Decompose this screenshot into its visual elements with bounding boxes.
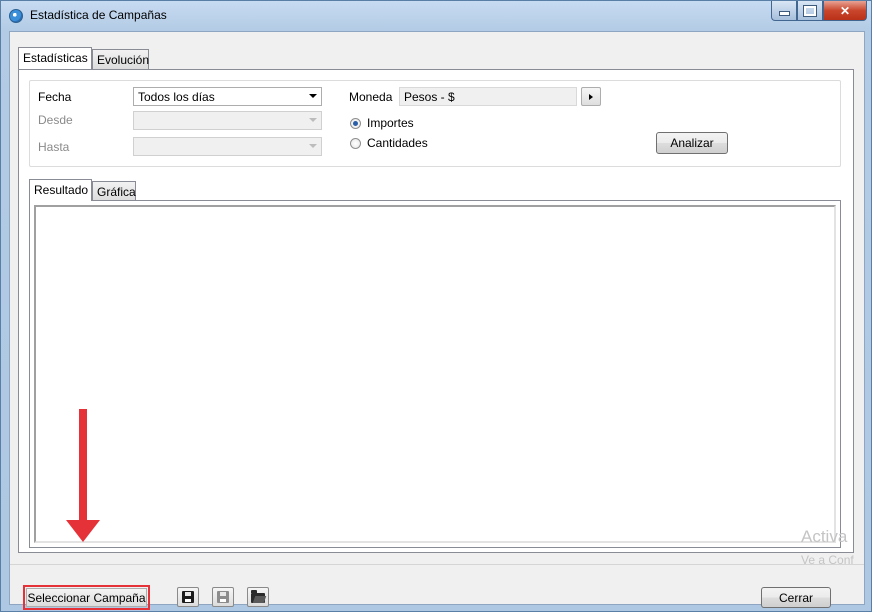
window-title: Estadística de Campañas bbox=[30, 8, 167, 22]
moneda-field: Pesos - $ bbox=[399, 87, 577, 106]
activation-watermark: Activa bbox=[801, 527, 848, 546]
save-button[interactable] bbox=[177, 587, 199, 607]
bottom-divider bbox=[10, 564, 864, 565]
cantidades-label[interactable]: Cantidades bbox=[367, 136, 428, 150]
annotation-arrow-icon bbox=[66, 520, 100, 542]
hasta-label: Hasta bbox=[38, 140, 70, 154]
close-button[interactable]: ✕ bbox=[823, 1, 867, 21]
tab-grafica[interactable]: Gráfica bbox=[92, 181, 136, 201]
save-icon bbox=[182, 591, 194, 603]
tab-resultado[interactable]: Resultado bbox=[29, 179, 92, 201]
hasta-combo[interactable] bbox=[133, 137, 322, 156]
minimize-button[interactable] bbox=[771, 1, 797, 21]
filter-group: Fecha Todos los días Desde Hasta Moneda … bbox=[29, 80, 841, 167]
title-bar[interactable]: Estadística de Campañas ✕ bbox=[1, 1, 871, 31]
app-icon bbox=[9, 9, 23, 23]
analizar-button[interactable]: Analizar bbox=[656, 132, 728, 154]
open-folder-icon bbox=[251, 590, 265, 603]
open-button[interactable] bbox=[247, 587, 269, 607]
chevron-down-icon bbox=[309, 118, 317, 122]
seleccionar-campana-button[interactable]: Seleccionar Campaña bbox=[26, 588, 147, 607]
play-icon bbox=[589, 93, 593, 100]
fecha-combo-value: Todos los días bbox=[138, 90, 215, 104]
importes-radio[interactable] bbox=[350, 118, 361, 129]
client-area: Estadísticas Evolución Fecha Todos los d… bbox=[9, 31, 865, 610]
highlight-box: Seleccionar Campaña bbox=[23, 585, 150, 610]
moneda-select-button[interactable] bbox=[581, 87, 601, 106]
fecha-combo[interactable]: Todos los días bbox=[133, 87, 322, 106]
maximize-button[interactable] bbox=[797, 1, 823, 21]
moneda-label: Moneda bbox=[349, 90, 393, 104]
desde-combo[interactable] bbox=[133, 111, 322, 130]
cerrar-button[interactable]: Cerrar bbox=[761, 587, 831, 608]
estadisticas-panel: Fecha Todos los días Desde Hasta Moneda … bbox=[18, 69, 854, 553]
tab-estadisticas[interactable]: Estadísticas bbox=[18, 47, 92, 69]
importes-label[interactable]: Importes bbox=[367, 116, 414, 130]
close-icon: ✕ bbox=[839, 3, 851, 18]
desde-label: Desde bbox=[38, 113, 73, 127]
chevron-down-icon bbox=[309, 144, 317, 148]
minimize-icon bbox=[778, 11, 790, 16]
main-window: Estadística de Campañas ✕ Estadísticas E… bbox=[0, 0, 872, 612]
save-disabled-icon bbox=[217, 591, 229, 603]
fecha-label: Fecha bbox=[38, 90, 72, 104]
result-grid[interactable] bbox=[34, 205, 836, 543]
chevron-down-icon bbox=[309, 94, 317, 98]
resultado-panel bbox=[29, 200, 841, 548]
save-as-button[interactable] bbox=[212, 587, 234, 607]
annotation-arrow-shaft bbox=[79, 409, 87, 524]
activation-watermark-sub: Ve a Conf bbox=[801, 553, 854, 567]
cantidades-radio[interactable] bbox=[350, 138, 361, 149]
maximize-icon bbox=[803, 4, 817, 17]
tab-evolucion[interactable]: Evolución bbox=[92, 49, 149, 69]
